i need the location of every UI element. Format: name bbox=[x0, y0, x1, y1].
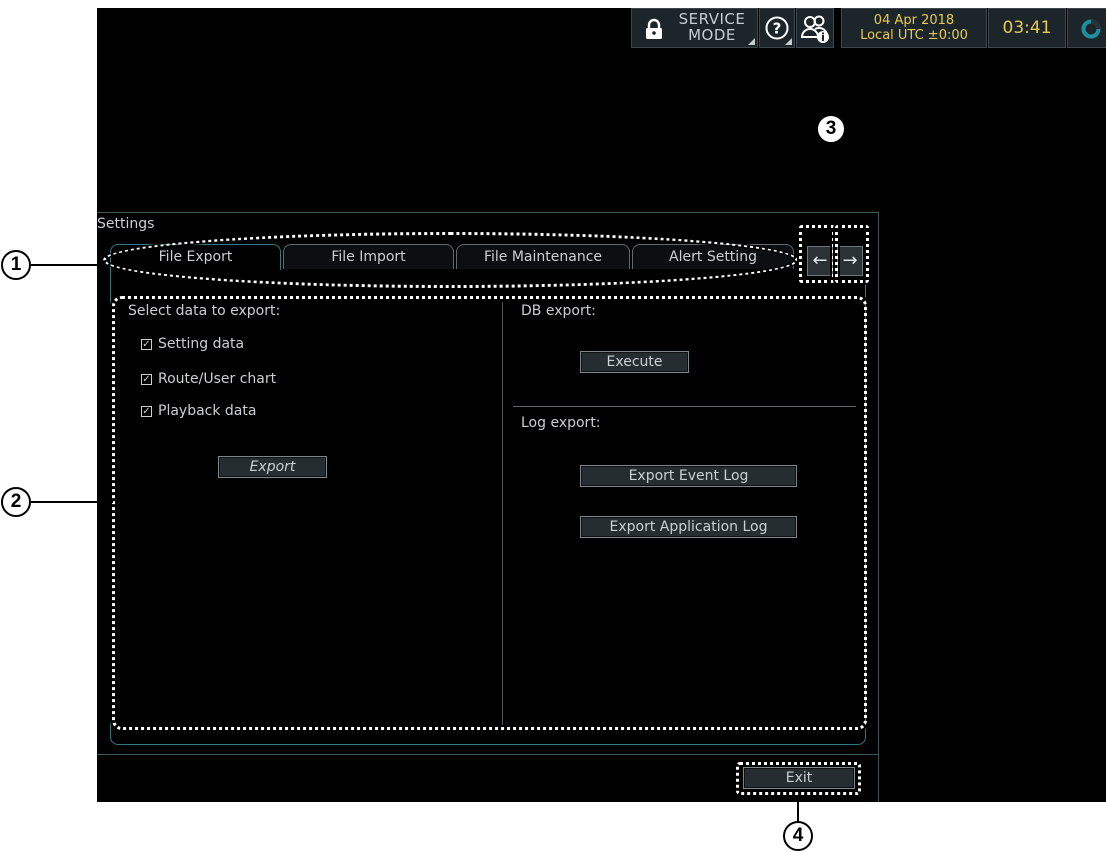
footer-divider bbox=[97, 754, 879, 755]
svg-text:?: ? bbox=[773, 20, 782, 38]
service-brace bbox=[631, 57, 759, 71]
status-indicator bbox=[1067, 8, 1106, 48]
user-info-button[interactable] bbox=[796, 8, 834, 48]
date-text: 04 Apr 2018 bbox=[873, 13, 955, 28]
callout-3-bar bbox=[812, 200, 852, 202]
refresh-status-icon bbox=[1081, 19, 1101, 43]
callout-3-stem bbox=[830, 144, 832, 200]
tabs-highlight bbox=[103, 232, 798, 288]
callout-1: 1 bbox=[1, 250, 31, 280]
scroll-left-highlight bbox=[799, 225, 835, 283]
service-mode-label: SERVICE MODE bbox=[678, 10, 746, 44]
callout-2-leader bbox=[31, 501, 113, 503]
lock-icon bbox=[643, 18, 665, 40]
users-info-icon bbox=[800, 13, 832, 49]
date-display: 04 Apr 2018 Local UTC ±0:00 bbox=[841, 8, 987, 48]
exit-highlight bbox=[736, 762, 861, 795]
content-highlight bbox=[112, 296, 867, 730]
callout-4-leader bbox=[797, 795, 799, 821]
callout-2: 2 bbox=[1, 487, 31, 517]
service-mode-button[interactable]: SERVICE MODE bbox=[631, 8, 758, 48]
time-display: 03:41 bbox=[988, 8, 1066, 48]
window-edge bbox=[878, 212, 879, 802]
callout-1-leader bbox=[31, 264, 104, 266]
callout-3: 3 bbox=[816, 114, 846, 144]
help-button[interactable]: ? bbox=[759, 8, 795, 48]
scroll-right-highlight bbox=[835, 225, 869, 283]
utc-text: Local UTC ±0:00 bbox=[860, 28, 968, 43]
help-dropdown-icon bbox=[785, 38, 792, 45]
callout-4: 4 bbox=[783, 821, 813, 851]
service-note: For the service technician bbox=[634, 87, 760, 130]
service-dropdown-icon bbox=[748, 38, 755, 45]
